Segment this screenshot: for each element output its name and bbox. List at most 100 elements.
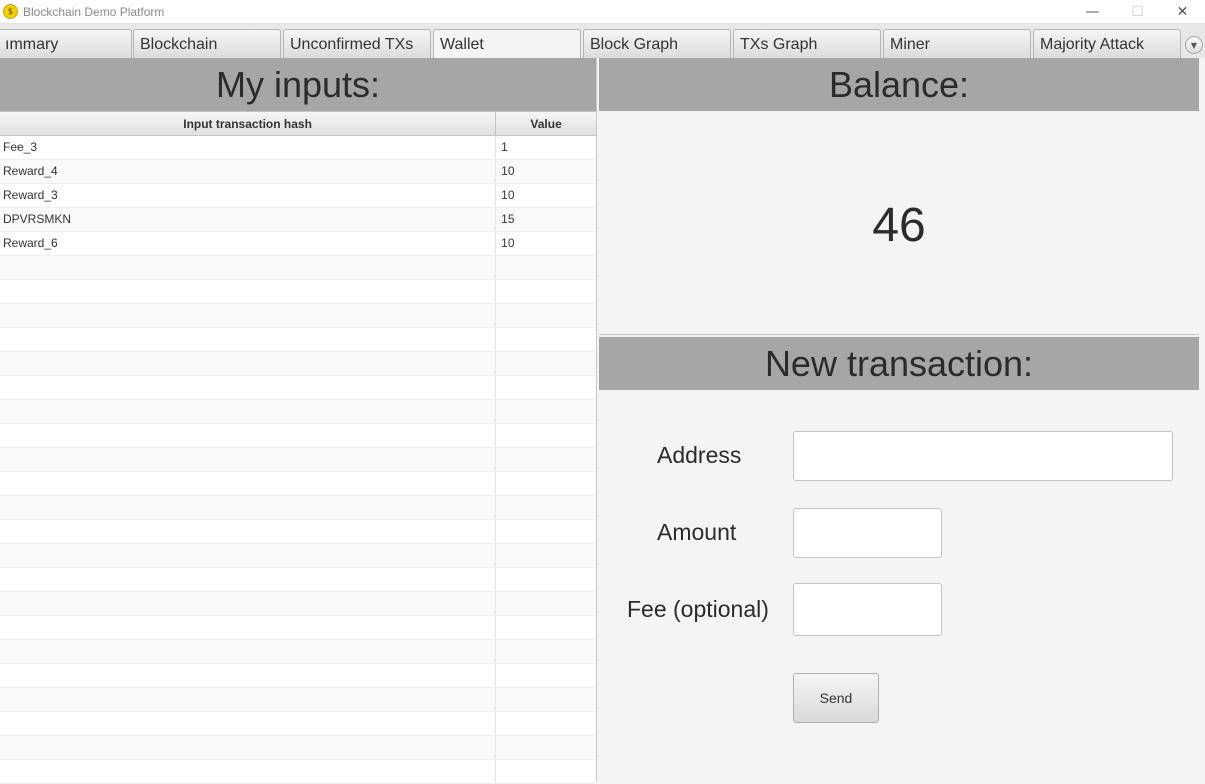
minimize-button[interactable]: — (1070, 0, 1115, 24)
empty-cell (0, 496, 497, 519)
tab-unconfirmed-txs[interactable]: Unconfirmed TXs (283, 29, 431, 58)
empty-table-row (0, 328, 596, 352)
window-titlebar: $ Blockchain Demo Platform — ☐ ✕ (0, 0, 1205, 24)
empty-table-row (0, 472, 596, 496)
row-value: 15 (501, 212, 515, 226)
column-header-value[interactable]: Value (496, 112, 596, 135)
empty-cell (0, 688, 497, 711)
empty-table-row (0, 448, 596, 472)
empty-cell (496, 448, 596, 471)
chevron-down-icon[interactable]: ▼ (1185, 36, 1203, 54)
empty-cell (496, 736, 596, 759)
address-label: Address (657, 442, 742, 468)
empty-cell (496, 640, 596, 663)
empty-cell (0, 712, 497, 735)
wallet-right-panel: Balance: 46 New transaction: Address Amo… (598, 58, 1205, 781)
empty-cell (496, 520, 596, 543)
address-input[interactable] (793, 431, 1173, 481)
balance-value: 46 (872, 199, 926, 252)
amount-label: Amount (657, 519, 737, 545)
empty-cell (0, 568, 497, 591)
tab-bar: ımmary Blockchain Unconfirmed TXs Wallet… (0, 24, 1205, 58)
tab-block-graph[interactable]: Block Graph (583, 29, 731, 58)
empty-cell (0, 544, 497, 567)
row-value: 10 (501, 236, 515, 250)
balance-title: Balance: (599, 58, 1199, 111)
maximize-button[interactable]: ☐ (1115, 0, 1160, 24)
empty-table-row (0, 400, 596, 424)
empty-cell (0, 448, 497, 471)
tab-wallet[interactable]: Wallet (433, 29, 581, 58)
row-value: 10 (501, 188, 515, 202)
row-hash: Reward_4 (0, 160, 497, 183)
empty-table-row (0, 304, 596, 328)
empty-table-row (0, 520, 596, 544)
empty-cell (0, 256, 497, 279)
empty-cell (0, 664, 497, 687)
empty-cell (0, 472, 497, 495)
empty-cell (0, 424, 497, 447)
empty-cell (496, 304, 596, 327)
empty-cell (0, 352, 497, 375)
tab-majority-attack[interactable]: Majority Attack (1033, 29, 1181, 58)
empty-table-row (0, 544, 596, 568)
new-transaction-title: New transaction: (599, 337, 1199, 390)
empty-cell (496, 400, 596, 423)
window-controls: — ☐ ✕ (1070, 0, 1205, 24)
empty-cell (496, 496, 596, 519)
row-hash: DPVRSMKN (0, 208, 497, 231)
table-row[interactable]: Fee_3 1 (0, 136, 596, 160)
empty-cell (496, 712, 596, 735)
table-row[interactable]: Reward_3 10 (0, 184, 596, 208)
empty-rows (0, 256, 596, 784)
column-header-hash[interactable]: Input transaction hash (0, 112, 497, 135)
tab-summary[interactable]: ımmary (0, 29, 132, 58)
empty-cell (0, 592, 497, 615)
section-divider (599, 334, 1199, 335)
coin-icon: $ (3, 4, 18, 19)
amount-input[interactable] (793, 508, 942, 558)
empty-cell (496, 544, 596, 567)
inputs-title: My inputs: (0, 58, 596, 111)
empty-cell (0, 328, 497, 351)
empty-cell (0, 736, 497, 759)
table-row[interactable]: Reward_4 10 (0, 160, 596, 184)
inputs-panel: My inputs: Input transaction hash Value … (0, 58, 597, 784)
tab-miner[interactable]: Miner (883, 29, 1031, 58)
empty-table-row (0, 256, 596, 280)
empty-table-row (0, 592, 596, 616)
empty-cell (0, 520, 497, 543)
empty-cell (496, 592, 596, 615)
fee-input[interactable] (793, 583, 942, 636)
empty-cell (0, 616, 497, 639)
row-value: 10 (501, 164, 515, 178)
table-row[interactable]: Reward_6 10 (0, 232, 596, 256)
empty-table-row (0, 352, 596, 376)
empty-cell (496, 280, 596, 303)
empty-table-row (0, 568, 596, 592)
empty-table-row (0, 712, 596, 736)
empty-cell (0, 376, 497, 399)
tab-blockchain[interactable]: Blockchain (133, 29, 281, 58)
empty-cell (0, 304, 497, 327)
inputs-table-body[interactable]: Fee_3 1 Reward_4 10 Reward_3 10 DPVRSMKN… (0, 136, 596, 784)
row-value: 1 (501, 140, 508, 154)
empty-cell (496, 376, 596, 399)
empty-table-row (0, 640, 596, 664)
send-button[interactable]: Send (793, 673, 879, 723)
empty-table-row (0, 688, 596, 712)
empty-cell (496, 472, 596, 495)
tab-txs-graph[interactable]: TXs Graph (733, 29, 881, 58)
empty-table-row (0, 424, 596, 448)
table-row[interactable]: DPVRSMKN 15 (0, 208, 596, 232)
empty-cell (496, 664, 596, 687)
empty-cell (496, 616, 596, 639)
empty-cell (496, 256, 596, 279)
empty-table-row (0, 616, 596, 640)
inputs-table-header: Input transaction hash Value (0, 111, 596, 136)
row-hash: Reward_3 (0, 184, 497, 207)
empty-cell (0, 760, 497, 783)
empty-table-row (0, 280, 596, 304)
empty-cell (496, 760, 596, 783)
close-button[interactable]: ✕ (1160, 0, 1205, 24)
